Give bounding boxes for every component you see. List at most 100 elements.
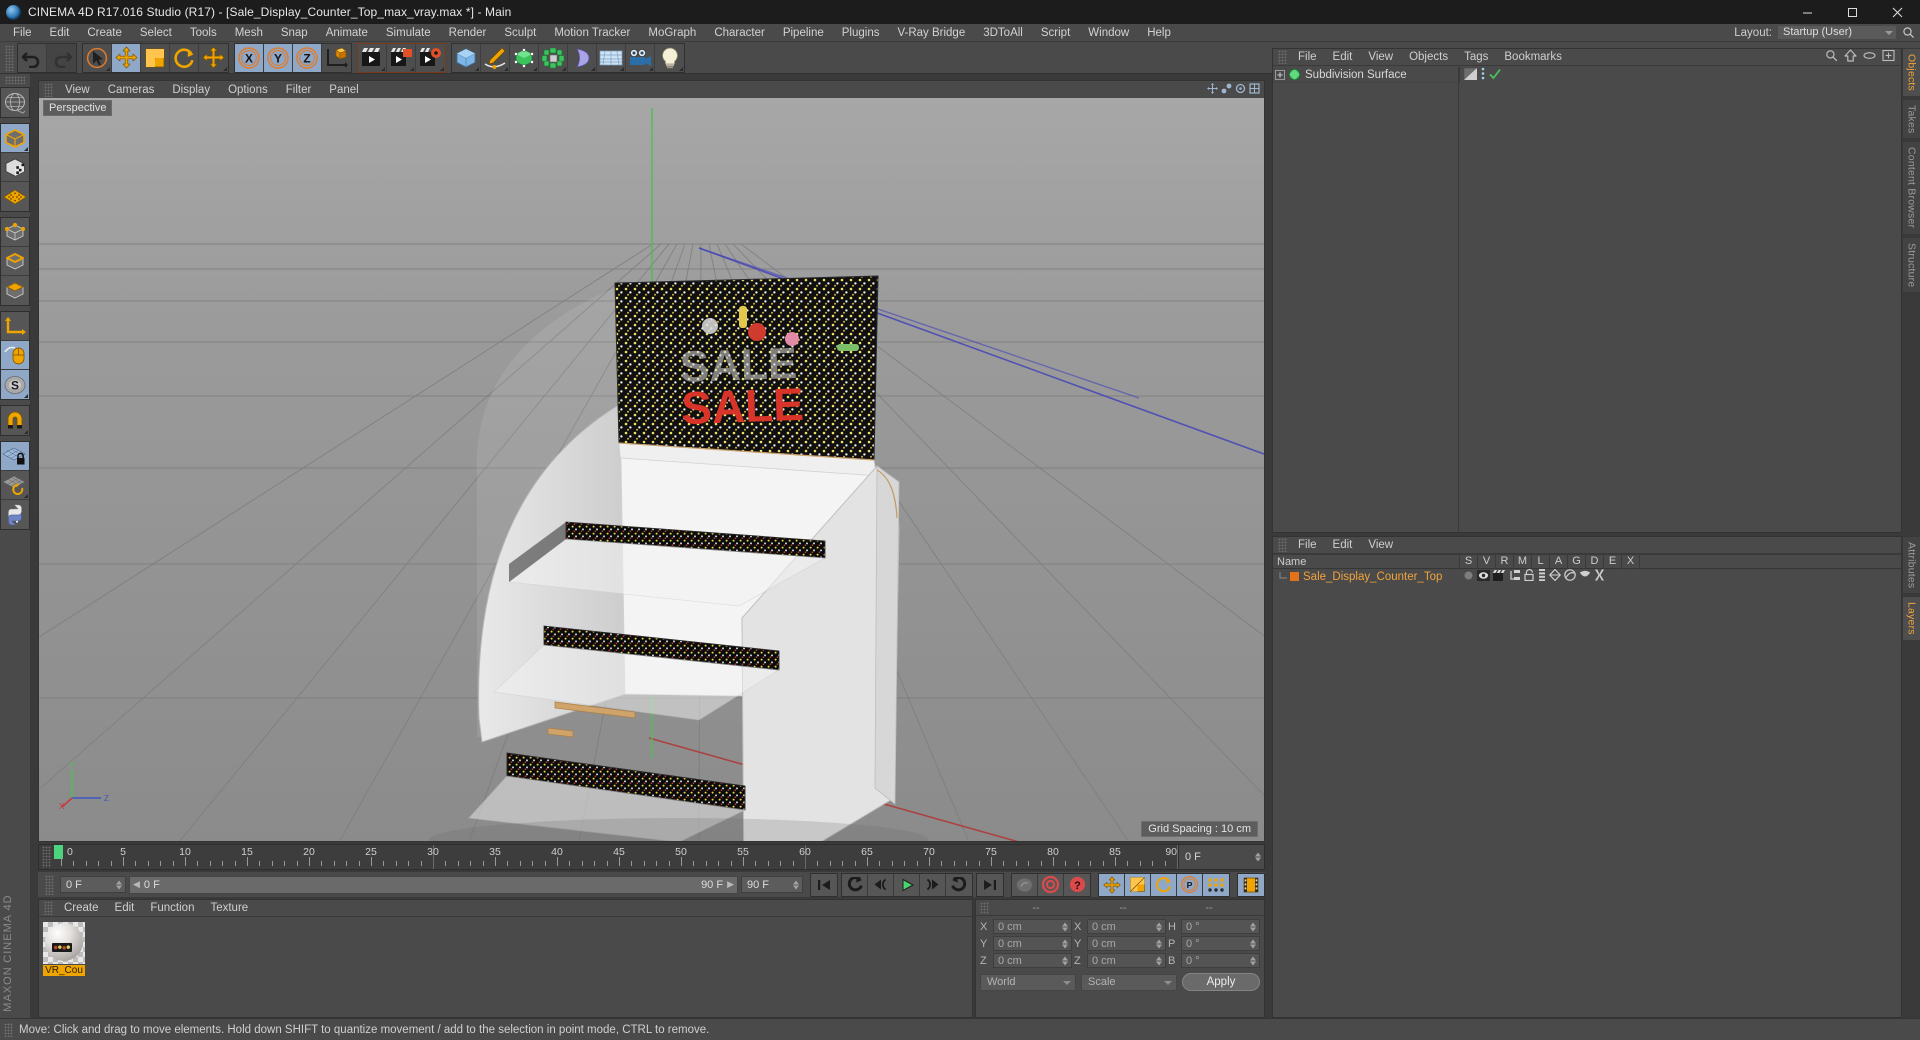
tab-attributes[interactable]: Attributes bbox=[1902, 536, 1920, 595]
menu-snap[interactable]: Snap bbox=[272, 24, 317, 42]
timeline-current-frame-field[interactable]: 0 F bbox=[1178, 845, 1264, 869]
tab-layers[interactable]: Layers bbox=[1902, 596, 1920, 642]
python-console-button[interactable] bbox=[1, 500, 29, 529]
menu-help[interactable]: Help bbox=[1138, 24, 1180, 42]
deformer-icon[interactable] bbox=[1564, 569, 1576, 584]
menu-3dtoall[interactable]: 3DToAll bbox=[974, 24, 1032, 42]
previous-keyframe-button[interactable] bbox=[842, 873, 868, 896]
coordinate-system-dropdown[interactable]: World bbox=[980, 973, 1076, 991]
status-bar-grip[interactable] bbox=[4, 1022, 13, 1037]
layer-column-x[interactable]: X bbox=[1621, 554, 1639, 569]
material-menu-texture[interactable]: Texture bbox=[202, 902, 256, 914]
menu-plugins[interactable]: Plugins bbox=[833, 24, 889, 42]
menu-create[interactable]: Create bbox=[78, 24, 131, 42]
object-tags-area[interactable] bbox=[1459, 67, 1901, 532]
expression-icon[interactable] bbox=[1579, 570, 1591, 583]
position-key-button[interactable] bbox=[1099, 873, 1125, 896]
layer-menu-view[interactable]: View bbox=[1360, 539, 1401, 551]
object-menu-bookmarks[interactable]: Bookmarks bbox=[1496, 51, 1570, 63]
render-to-picture-viewer-button[interactable] bbox=[387, 43, 416, 72]
tab-structure[interactable]: Structure bbox=[1902, 236, 1920, 294]
record-active-objects-button[interactable] bbox=[1012, 873, 1038, 896]
object-menu-view[interactable]: View bbox=[1360, 51, 1401, 63]
layer-column-l[interactable]: L bbox=[1531, 554, 1549, 569]
menu-mesh[interactable]: Mesh bbox=[226, 24, 272, 42]
end-frame-spinner[interactable] bbox=[793, 880, 799, 889]
expand-toggle-icon[interactable] bbox=[1275, 69, 1285, 80]
make-editable-button[interactable] bbox=[1, 88, 29, 117]
point-level-animation-button[interactable] bbox=[1203, 873, 1229, 896]
coord-input-rot-b[interactable]: 0 ° bbox=[1181, 953, 1260, 968]
coord-input-pos-x[interactable]: 0 cm bbox=[993, 919, 1072, 934]
manager-icon[interactable] bbox=[1509, 569, 1521, 584]
apply-button[interactable]: Apply bbox=[1182, 973, 1260, 991]
viewport-rotate-gizmo-icon[interactable] bbox=[1235, 83, 1246, 97]
next-frame-button[interactable] bbox=[920, 873, 946, 896]
solo-dot-icon[interactable] bbox=[1463, 570, 1474, 584]
menu-animate[interactable]: Animate bbox=[317, 24, 377, 42]
workplane-align-button[interactable] bbox=[1, 471, 29, 500]
menu-render[interactable]: Render bbox=[440, 24, 496, 42]
layer-column-d[interactable]: D bbox=[1585, 554, 1603, 569]
timeline-drag-grip[interactable] bbox=[42, 846, 51, 868]
scale-tool[interactable] bbox=[141, 43, 170, 72]
layer-row[interactable]: Sale_Display_Counter_Top bbox=[1273, 568, 1901, 584]
go-to-start-button[interactable] bbox=[811, 873, 837, 896]
timeline-frame-spinner[interactable] bbox=[1255, 852, 1261, 862]
menu-simulate[interactable]: Simulate bbox=[377, 24, 440, 42]
view-icon[interactable] bbox=[1477, 569, 1490, 584]
tab-content-browser[interactable]: Content Browser bbox=[1902, 141, 1920, 235]
add-array-button[interactable] bbox=[539, 43, 568, 72]
texture-mode-button[interactable] bbox=[1, 153, 29, 182]
dots-icon[interactable] bbox=[1480, 67, 1486, 83]
left-toolbar-drag-grip[interactable] bbox=[5, 76, 25, 84]
search-icon[interactable] bbox=[1902, 26, 1916, 40]
keyframe-selection-button[interactable]: ? bbox=[1064, 873, 1090, 896]
menu-tools[interactable]: Tools bbox=[181, 24, 226, 42]
viewport-move-gizmo-icon[interactable] bbox=[1207, 83, 1218, 97]
redo-button[interactable] bbox=[47, 43, 76, 72]
menu-window[interactable]: Window bbox=[1079, 24, 1138, 42]
world-object-coordinate-button[interactable] bbox=[322, 43, 351, 72]
material-menu-function[interactable]: Function bbox=[142, 902, 202, 914]
render-settings-button[interactable] bbox=[416, 43, 445, 72]
workplane-mode-button[interactable] bbox=[1, 182, 29, 211]
minimize-button[interactable] bbox=[1785, 0, 1830, 24]
menu-motion-tracker[interactable]: Motion Tracker bbox=[545, 24, 639, 42]
viewport-menu-display[interactable]: Display bbox=[163, 84, 219, 96]
coord-input-pos-z[interactable]: 0 cm bbox=[993, 953, 1072, 968]
lock-icon[interactable] bbox=[1524, 569, 1535, 584]
viewport-menu-panel[interactable]: Panel bbox=[320, 84, 367, 96]
ellipse-icon[interactable] bbox=[1863, 49, 1876, 65]
autokeying-button[interactable] bbox=[1038, 873, 1064, 896]
layer-column-v[interactable]: V bbox=[1477, 554, 1495, 569]
phong-tag-icon[interactable] bbox=[1463, 67, 1478, 83]
generator-icon[interactable] bbox=[1548, 568, 1562, 584]
viewport-solo-button[interactable] bbox=[1, 341, 29, 370]
enable-axis-modification-button[interactable] bbox=[1, 312, 29, 341]
menu-mograph[interactable]: MoGraph bbox=[639, 24, 705, 42]
layer-column-s[interactable]: S bbox=[1459, 554, 1477, 569]
material-menu-create[interactable]: Create bbox=[56, 902, 107, 914]
layer-column-r[interactable]: R bbox=[1495, 554, 1513, 569]
parameter-key-button[interactable]: P bbox=[1177, 873, 1203, 896]
add-generator-button[interactable] bbox=[510, 43, 539, 72]
go-to-parent-icon[interactable] bbox=[1844, 49, 1857, 65]
layer-color-swatch[interactable] bbox=[1290, 572, 1299, 581]
lock-z-axis-button[interactable]: Z bbox=[293, 43, 322, 72]
layer-manager-drag-grip[interactable] bbox=[1278, 538, 1287, 552]
object-tree[interactable]: Subdivision Surface bbox=[1273, 67, 1459, 532]
timeline-toggle-button[interactable] bbox=[1238, 873, 1264, 896]
rotate-tool[interactable] bbox=[170, 43, 199, 72]
material-list-area[interactable]: VR_Cou bbox=[39, 918, 972, 1017]
range-left-arrow-icon[interactable]: ◀ bbox=[133, 879, 140, 890]
enable-snap-button[interactable] bbox=[1, 406, 29, 435]
soft-selection-button[interactable]: S bbox=[1, 370, 29, 399]
previous-frame-button[interactable] bbox=[868, 873, 894, 896]
next-keyframe-button[interactable] bbox=[946, 873, 972, 896]
menu-vray-bridge[interactable]: V-Ray Bridge bbox=[888, 24, 974, 42]
point-mode-button[interactable] bbox=[1, 218, 29, 247]
menu-character[interactable]: Character bbox=[705, 24, 774, 42]
add-primitive-cube-button[interactable] bbox=[452, 43, 481, 72]
toolbar-drag-grip[interactable] bbox=[5, 44, 14, 71]
